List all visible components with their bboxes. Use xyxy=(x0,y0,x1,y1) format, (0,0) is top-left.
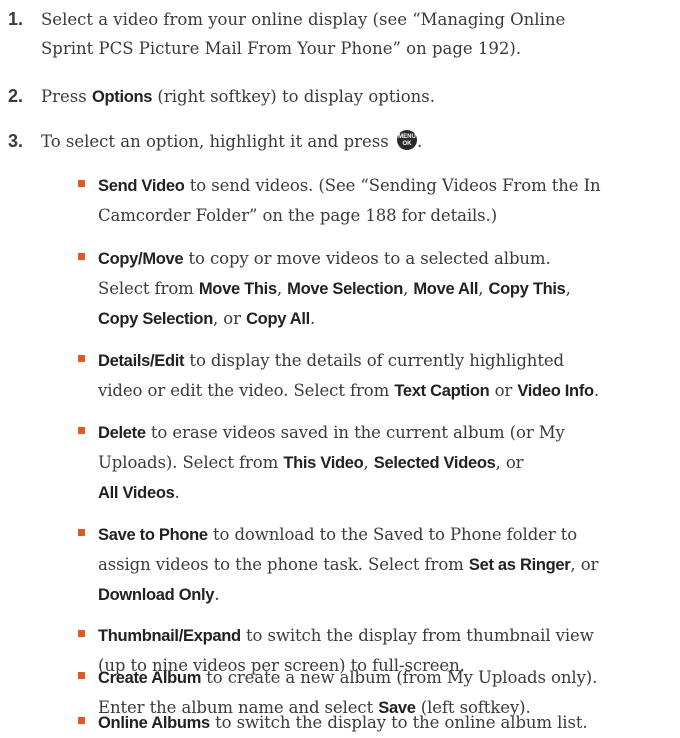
bullet-marker xyxy=(78,253,85,260)
menu-ok-icon: MENU OK xyxy=(397,130,417,150)
bullet-text: Details/Edit to display the details of c… xyxy=(98,351,599,400)
options-key: Options xyxy=(91,88,153,106)
step-text: Select a video from your online display … xyxy=(41,10,566,58)
step-text: To select an option, highlight it and pr… xyxy=(41,130,423,151)
step-number: 2. xyxy=(8,86,24,106)
bullet-marker xyxy=(78,355,85,362)
bullet-marker xyxy=(78,529,85,536)
bullet-text: Copy/Move to copy or move videos to a se… xyxy=(98,249,571,328)
bullet-marker xyxy=(78,427,85,434)
step-text: Press Options (right softkey) to display… xyxy=(41,87,436,106)
bullet-text: Send Video to send videos. (See “Sending… xyxy=(98,176,601,225)
bullet-marker xyxy=(78,630,85,637)
manual-page: 1. Select a video from your online displ… xyxy=(0,0,680,737)
bullet-text: Online Albums to switch the display to t… xyxy=(98,713,588,732)
bullet-text: Delete to erase videos saved in the curr… xyxy=(98,423,565,502)
bullet-marker xyxy=(78,672,85,679)
bullet-marker xyxy=(78,717,85,724)
bullet-text: Save to Phone to download to the Saved t… xyxy=(98,525,599,604)
step-number: 1. xyxy=(8,9,24,29)
step-number: 3. xyxy=(8,131,24,151)
bullet-marker xyxy=(78,180,85,187)
